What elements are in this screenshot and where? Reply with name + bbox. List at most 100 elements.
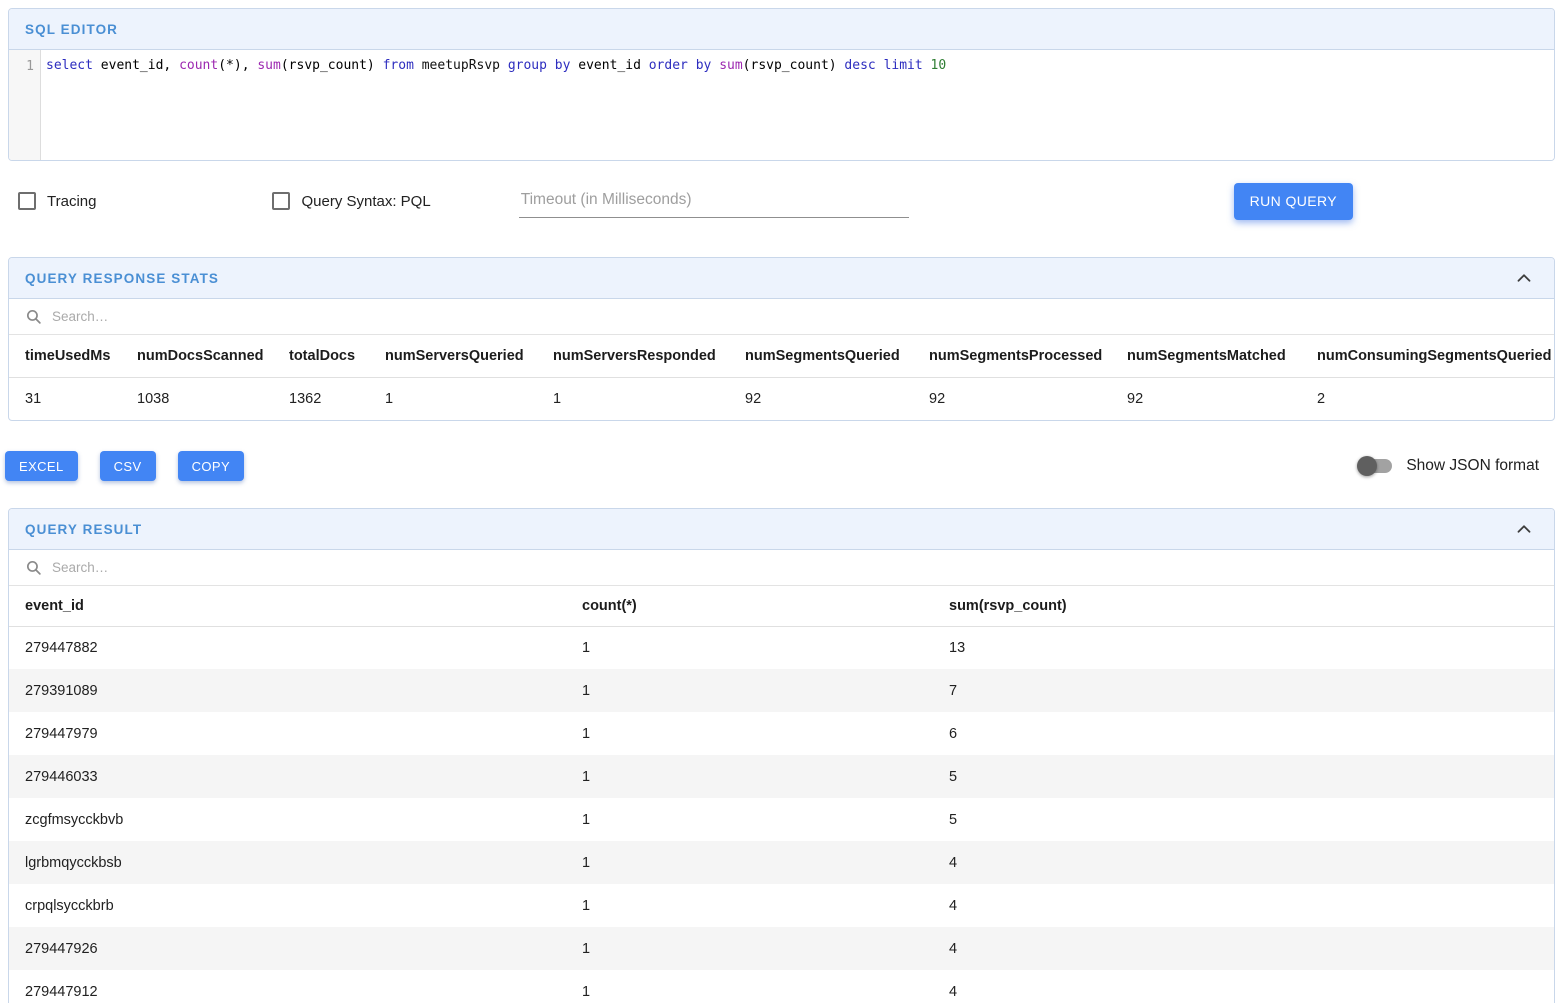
column-header[interactable]: totalDocs — [273, 335, 369, 377]
copy-button[interactable]: COPY — [178, 451, 244, 481]
table-cell: 5 — [933, 755, 1554, 798]
column-header[interactable]: numSegmentsProcessed — [913, 335, 1111, 377]
show-json-toggle[interactable] — [1360, 459, 1392, 473]
sql-editor-panel: SQL EDITOR 1 select event_id, count(*), … — [8, 8, 1555, 161]
table-cell: 92 — [1111, 377, 1301, 420]
stats-search-input[interactable] — [52, 309, 1538, 324]
table-cell: 7 — [933, 669, 1554, 712]
table-row: 27944797916 — [9, 712, 1554, 755]
stats-data-row: 3110381362119292922 — [9, 377, 1554, 420]
query-response-stats-header: QUERY RESPONSE STATS — [9, 258, 1554, 299]
stats-header-row: timeUsedMsnumDocsScannedtotalDocsnumServ… — [9, 335, 1554, 377]
result-search-row — [9, 550, 1554, 586]
table-cell: 4 — [933, 841, 1554, 884]
chevron-up-icon — [1513, 267, 1535, 289]
table-cell: 13 — [933, 626, 1554, 669]
column-header[interactable]: event_id — [9, 586, 566, 626]
column-header[interactable]: numSegmentsMatched — [1111, 335, 1301, 377]
tracing-checkbox[interactable] — [18, 192, 36, 210]
sql-token-plain: (rsvp_count) — [743, 58, 845, 73]
table-cell: 1 — [369, 377, 537, 420]
table-cell: 4 — [933, 927, 1554, 970]
search-icon — [25, 559, 42, 576]
json-toggle-label: Show JSON format — [1406, 457, 1539, 475]
column-header[interactable]: count(*) — [566, 586, 933, 626]
table-cell: 92 — [913, 377, 1111, 420]
query-result-header: QUERY RESULT — [9, 509, 1554, 550]
pql-checkbox-wrap[interactable]: Query Syntax: PQL — [272, 192, 430, 210]
table-cell: 2 — [1301, 377, 1554, 420]
table-cell: 1 — [566, 927, 933, 970]
column-header[interactable]: numConsumingSegmentsQueried — [1301, 335, 1554, 377]
table-row: 27944791214 — [9, 970, 1554, 1003]
sql-token-plain: (*), — [218, 58, 257, 73]
run-query-button[interactable]: RUN QUERY — [1234, 183, 1353, 220]
sql-token-function: sum — [719, 58, 742, 73]
table-cell: 92 — [729, 377, 913, 420]
search-icon — [25, 308, 42, 325]
sql-token-keyword: order by — [649, 58, 719, 73]
sql-token-keyword: select — [46, 58, 101, 73]
pql-label: Query Syntax: PQL — [301, 193, 430, 210]
column-header[interactable]: numServersQueried — [369, 335, 537, 377]
table-row: 27944792614 — [9, 927, 1554, 970]
table-cell: 279391089 — [9, 669, 566, 712]
query-response-stats-panel: QUERY RESPONSE STATS timeUsedMsnumDocsSc… — [8, 257, 1555, 421]
export-row: EXCEL CSV COPY Show JSON format — [5, 451, 1555, 481]
timeout-input[interactable] — [519, 185, 909, 218]
line-number: 1 — [26, 59, 34, 74]
sql-token-keyword: group by — [508, 58, 578, 73]
table-row: 27944603315 — [9, 755, 1554, 798]
column-header[interactable]: numSegmentsQueried — [729, 335, 913, 377]
tracing-label: Tracing — [47, 193, 96, 210]
sql-token-keyword: limit — [884, 58, 931, 73]
pql-checkbox[interactable] — [272, 192, 290, 210]
table-row: zcgfmsycckbvb15 — [9, 798, 1554, 841]
table-cell: 279447926 — [9, 927, 566, 970]
table-cell: 279446033 — [9, 755, 566, 798]
table-cell: 279447912 — [9, 970, 566, 1003]
table-cell: 1 — [566, 669, 933, 712]
toggle-thumb[interactable] — [1357, 456, 1377, 476]
excel-button[interactable]: EXCEL — [5, 451, 78, 481]
stats-table: timeUsedMsnumDocsScannedtotalDocsnumServ… — [9, 335, 1554, 420]
sql-query-text[interactable]: select event_id, count(*), sum(rsvp_coun… — [41, 50, 946, 160]
result-header-row: event_idcount(*)sum(rsvp_count) — [9, 586, 1554, 626]
table-cell: lgrbmqycckbsb — [9, 841, 566, 884]
table-cell: 1 — [566, 755, 933, 798]
table-cell: 1 — [566, 884, 933, 927]
table-cell: 31 — [9, 377, 121, 420]
query-result-title: QUERY RESULT — [25, 522, 142, 537]
line-number-gutter: 1 — [9, 50, 41, 160]
sql-token-table: meetupRsvp — [422, 58, 508, 73]
table-cell: 279447979 — [9, 712, 566, 755]
result-table-body: 2794478821132793910891727944797916279446… — [9, 626, 1554, 1003]
table-cell: 1 — [566, 970, 933, 1003]
column-header[interactable]: sum(rsvp_count) — [933, 586, 1554, 626]
table-row: lgrbmqycckbsb14 — [9, 841, 1554, 884]
tracing-checkbox-wrap[interactable]: Tracing — [18, 192, 96, 210]
column-header[interactable]: timeUsedMs — [9, 335, 121, 377]
table-cell: crpqlsycckbrb — [9, 884, 566, 927]
query-response-stats-title: QUERY RESPONSE STATS — [25, 271, 219, 286]
json-toggle-wrap: Show JSON format — [1360, 457, 1539, 475]
chevron-up-icon — [1513, 518, 1535, 540]
result-collapse-button[interactable] — [1510, 515, 1538, 543]
column-header[interactable]: numDocsScanned — [121, 335, 273, 377]
table-cell: 1 — [566, 798, 933, 841]
column-header[interactable]: numServersResponded — [537, 335, 729, 377]
query-result-panel: QUERY RESULT event_idcount(*)sum(rsvp_co… — [8, 508, 1555, 1003]
result-search-input[interactable] — [52, 560, 1538, 575]
table-cell: 1 — [566, 712, 933, 755]
table-cell: 1362 — [273, 377, 369, 420]
sql-token-plain: event_id, — [101, 58, 179, 73]
sql-code-editor[interactable]: 1 select event_id, count(*), sum(rsvp_co… — [9, 50, 1554, 160]
table-row: crpqlsycckbrb14 — [9, 884, 1554, 927]
table-cell: 6 — [933, 712, 1554, 755]
table-cell: 1 — [537, 377, 729, 420]
stats-collapse-button[interactable] — [1510, 264, 1538, 292]
sql-editor-header: SQL EDITOR — [9, 9, 1554, 50]
table-cell: 1 — [566, 841, 933, 884]
query-controls-row: Tracing Query Syntax: PQL RUN QUERY — [18, 181, 1563, 221]
csv-button[interactable]: CSV — [100, 451, 156, 481]
